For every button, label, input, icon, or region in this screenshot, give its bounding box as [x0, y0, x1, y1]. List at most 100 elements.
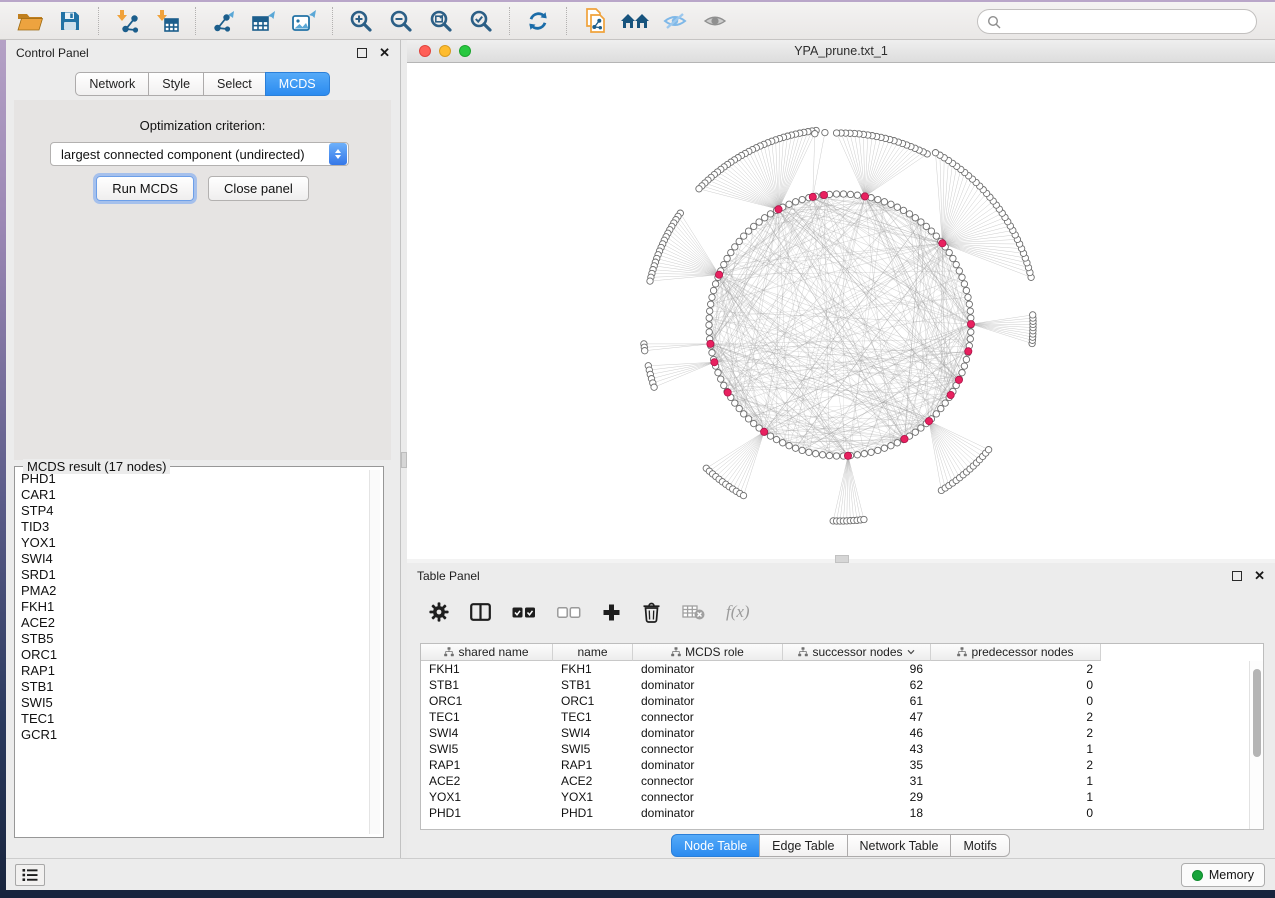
column-namespace-icon — [671, 647, 681, 657]
close-panel-icon[interactable]: ✕ — [379, 48, 390, 58]
network-canvas[interactable] — [407, 63, 1275, 560]
delete-table-button-disabled[interactable] — [682, 604, 705, 620]
tab-edge-table[interactable]: Edge Table — [759, 834, 847, 857]
mcds-result-item[interactable]: FKH1 — [19, 599, 369, 615]
mcds-result-item[interactable]: SWI4 — [19, 551, 369, 567]
table-cell: connector — [633, 789, 783, 805]
table-row[interactable]: YOX1YOX1connector291 — [421, 789, 1249, 805]
import-network-button[interactable] — [111, 6, 143, 36]
tab-style[interactable]: Style — [148, 72, 204, 96]
show-columns-button[interactable] — [470, 603, 491, 621]
houses-icon — [620, 10, 650, 32]
memory-button[interactable]: Memory — [1181, 863, 1265, 887]
mcds-result-item[interactable]: RAP1 — [19, 663, 369, 679]
float-panel-icon[interactable] — [1232, 571, 1242, 581]
mcds-result-item[interactable]: STP4 — [19, 503, 369, 519]
float-panel-icon[interactable] — [357, 48, 367, 58]
table-toolbar: f(x) — [407, 589, 1275, 635]
zoom-selected-button[interactable] — [465, 6, 497, 36]
table-cell: 1 — [931, 741, 1101, 757]
column-header-successor-nodes[interactable]: successor nodes — [783, 644, 931, 661]
mcds-result-item[interactable]: TID3 — [19, 519, 369, 535]
create-column-button[interactable] — [602, 603, 621, 622]
column-header-name[interactable]: name — [553, 644, 633, 661]
export-network-button[interactable] — [208, 6, 240, 36]
mcds-result-item[interactable]: STB5 — [19, 631, 369, 647]
refresh-layout-button[interactable] — [522, 6, 554, 36]
show-all-button[interactable] — [699, 6, 731, 36]
unselect-all-columns-button[interactable] — [557, 607, 581, 618]
column-header-mcds-role[interactable]: MCDS role — [633, 644, 783, 661]
delete-table-icon — [682, 604, 705, 620]
table-row[interactable]: STB1STB1dominator620 — [421, 677, 1249, 693]
run-mcds-button[interactable]: Run MCDS — [96, 176, 194, 201]
zoom-fit-button[interactable] — [425, 6, 457, 36]
table-cell: RAP1 — [553, 757, 633, 773]
first-neighbors-button[interactable] — [619, 6, 651, 36]
table-row[interactable]: PHD1PHD1dominator180 — [421, 805, 1249, 821]
mcds-result-item[interactable]: ORC1 — [19, 647, 369, 663]
dropdown-stepper-icon — [329, 143, 347, 165]
mcds-result-item[interactable]: YOX1 — [19, 535, 369, 551]
table-row[interactable]: FKH1FKH1dominator962 — [421, 661, 1249, 677]
table-row[interactable]: SWI4SWI4dominator462 — [421, 725, 1249, 741]
table-cell: 0 — [931, 805, 1101, 821]
hide-selected-button[interactable] — [659, 6, 691, 36]
save-session-button[interactable] — [54, 6, 86, 36]
table-row[interactable]: ORC1ORC1dominator610 — [421, 693, 1249, 709]
tab-motifs[interactable]: Motifs — [950, 834, 1009, 857]
table-cell: dominator — [633, 677, 783, 693]
zoom-in-button[interactable] — [345, 6, 377, 36]
mcds-result-item[interactable]: SRD1 — [19, 567, 369, 583]
table-row[interactable]: SWI5SWI5connector431 — [421, 741, 1249, 757]
mcds-panel: Optimization criterion: largest connecte… — [14, 100, 391, 460]
close-panel-icon[interactable]: ✕ — [1254, 571, 1265, 581]
node-table-scrollbar[interactable] — [1249, 661, 1263, 829]
criterion-dropdown[interactable]: largest connected component (undirected) — [50, 142, 349, 166]
mcds-result-item[interactable]: ACE2 — [19, 615, 369, 631]
select-all-columns-button[interactable] — [512, 607, 536, 618]
mcds-list-scrollbar[interactable] — [369, 470, 380, 834]
export-table-button[interactable] — [248, 6, 280, 36]
control-panel: Control Panel ✕ NetworkStyleSelectMCDS O… — [6, 40, 401, 858]
toolbar-separator — [195, 7, 196, 35]
close-panel-button[interactable]: Close panel — [208, 176, 309, 201]
scrollbar-thumb[interactable] — [1253, 669, 1261, 757]
search-box[interactable] — [977, 9, 1257, 34]
function-builder-button-disabled[interactable]: f(x) — [726, 602, 750, 622]
mcds-result-item[interactable]: STB1 — [19, 679, 369, 695]
mcds-result-item[interactable]: SWI5 — [19, 695, 369, 711]
tab-network[interactable]: Network — [75, 72, 149, 96]
table-row[interactable]: ACE2ACE2connector311 — [421, 773, 1249, 789]
node-table-body: FKH1FKH1dominator962STB1STB1dominator620… — [421, 661, 1249, 829]
criterion-label: Optimization criterion: — [14, 100, 391, 133]
clone-network-button[interactable] — [579, 6, 611, 36]
table-cell: SWI5 — [553, 741, 633, 757]
tab-mcds[interactable]: MCDS — [265, 72, 330, 96]
tab-node-table[interactable]: Node Table — [671, 834, 760, 857]
splitter-grip[interactable] — [835, 555, 849, 563]
mcds-result-item[interactable]: TEC1 — [19, 711, 369, 727]
table-row[interactable]: RAP1RAP1dominator352 — [421, 757, 1249, 773]
zoom-in-icon — [349, 9, 373, 33]
mcds-result-item[interactable]: CAR1 — [19, 487, 369, 503]
tab-network-table[interactable]: Network Table — [847, 834, 952, 857]
mcds-result-item[interactable]: PHD1 — [19, 471, 369, 487]
table-row[interactable]: TEC1TEC1connector472 — [421, 709, 1249, 725]
delete-column-button[interactable] — [642, 602, 661, 623]
tab-select[interactable]: Select — [203, 72, 266, 96]
export-image-button[interactable] — [288, 6, 320, 36]
network-graph[interactable] — [407, 63, 1275, 560]
task-history-button[interactable] — [15, 864, 45, 886]
mcds-result-item[interactable]: PMA2 — [19, 583, 369, 599]
column-header-shared-name[interactable]: shared name — [421, 644, 553, 661]
table-cell: 2 — [931, 757, 1101, 773]
open-session-button[interactable] — [14, 6, 46, 36]
network-title: YPA_prune.txt_1 — [407, 44, 1275, 58]
mcds-result-item[interactable]: GCR1 — [19, 727, 369, 743]
table-settings-button[interactable] — [429, 602, 449, 622]
column-header-predecessor-nodes[interactable]: predecessor nodes — [931, 644, 1101, 661]
search-input[interactable] — [1006, 15, 1247, 29]
zoom-out-button[interactable] — [385, 6, 417, 36]
import-table-button[interactable] — [151, 6, 183, 36]
